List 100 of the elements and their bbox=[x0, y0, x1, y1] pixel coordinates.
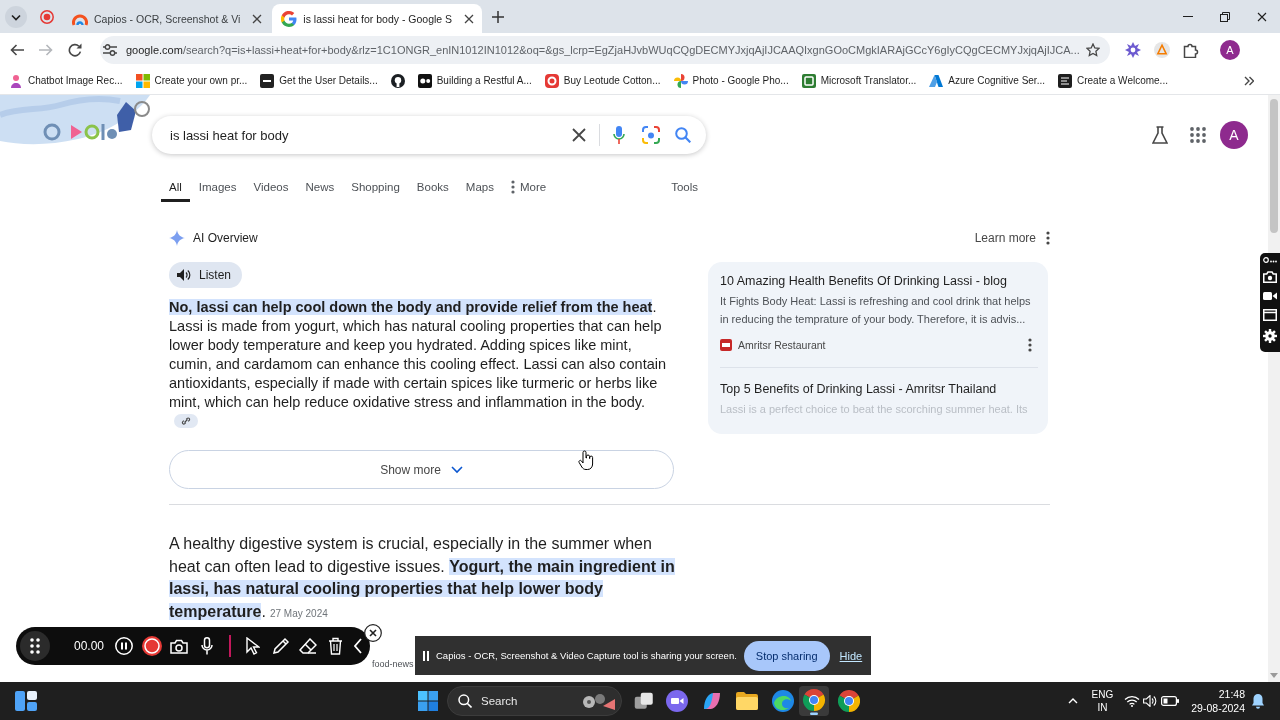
ring-tile-icon bbox=[544, 73, 559, 88]
more-options-icon[interactable] bbox=[1046, 231, 1050, 245]
camera-icon[interactable] bbox=[1263, 271, 1277, 283]
close-icon[interactable] bbox=[1256, 11, 1267, 22]
record-icon[interactable] bbox=[142, 636, 163, 656]
nav-tab[interactable]: Images bbox=[190, 175, 245, 202]
stop-sharing-button[interactable]: Stop sharing bbox=[743, 640, 830, 671]
browser-tab[interactable]: is lassi heat for body - Google S bbox=[272, 4, 483, 33]
speaker-icon bbox=[177, 269, 191, 281]
source-title[interactable]: Top 5 Benefits of Drinking Lassi - Amritsr Thailand bbox=[720, 381, 1038, 397]
nav-tab[interactable]: All bbox=[161, 175, 190, 202]
flask-icon[interactable] bbox=[1152, 126, 1168, 144]
bookmark[interactable]: Buy Leotude Cotton... bbox=[544, 73, 661, 88]
nav-tab[interactable]: Shopping bbox=[343, 175, 408, 202]
shapes-icon bbox=[581, 691, 615, 711]
pointer-icon[interactable] bbox=[246, 637, 261, 655]
hand-cursor-icon bbox=[578, 450, 594, 470]
tab-search-icon[interactable] bbox=[5, 5, 27, 28]
apps-icon[interactable] bbox=[1190, 127, 1206, 143]
timer-text: 00.00 bbox=[74, 639, 105, 653]
square-tile-icon bbox=[260, 73, 275, 88]
new-tab-icon[interactable] bbox=[492, 10, 505, 23]
browser-tab[interactable]: Capios - OCR, Screenshot & Vi bbox=[63, 4, 271, 33]
pause-icon[interactable] bbox=[115, 637, 134, 655]
window-icon[interactable] bbox=[1263, 309, 1277, 321]
triangle-icon[interactable] bbox=[1154, 42, 1170, 58]
minimize-icon[interactable] bbox=[1182, 16, 1193, 17]
source-title[interactable]: 10 Amazing Health Benefits Of Drinking Lassi - blog bbox=[720, 273, 1038, 289]
restore-icon[interactable] bbox=[1219, 11, 1230, 22]
nav-tab[interactable]: Videos bbox=[245, 175, 297, 202]
listen-button[interactable]: Listen bbox=[169, 262, 243, 288]
settings-icon[interactable] bbox=[1263, 329, 1277, 343]
figure-icon bbox=[9, 73, 23, 88]
bookmark[interactable]: Photo - Google Pho... bbox=[673, 73, 789, 88]
close-icon[interactable] bbox=[252, 13, 263, 24]
speaker-icon[interactable] bbox=[1143, 695, 1158, 707]
nav-tab[interactable]: More bbox=[502, 175, 555, 202]
round-logo-icon[interactable] bbox=[390, 73, 405, 88]
trash-icon[interactable] bbox=[328, 637, 344, 655]
close-icon[interactable] bbox=[364, 624, 382, 642]
profile-button[interactable]: A bbox=[1220, 40, 1240, 60]
pencil-icon[interactable] bbox=[272, 637, 291, 655]
chevron-left-icon[interactable] bbox=[354, 638, 363, 654]
clear-icon[interactable] bbox=[572, 128, 586, 142]
gear-icon[interactable] bbox=[1125, 42, 1141, 58]
bookmark[interactable]: Chatbot Image Rec... bbox=[9, 73, 123, 88]
nav-tab[interactable]: News bbox=[297, 175, 343, 202]
nav-tab[interactable]: Maps bbox=[457, 175, 502, 202]
widgets-icon[interactable] bbox=[15, 691, 37, 711]
hide-link[interactable]: Hide bbox=[839, 649, 863, 662]
dots-icon bbox=[510, 180, 515, 194]
triangle-logo-icon bbox=[929, 73, 944, 88]
region-text[interactable]: IN bbox=[1097, 701, 1108, 714]
lens-icon[interactable] bbox=[642, 126, 660, 144]
tools-button[interactable]: Tools bbox=[663, 175, 706, 202]
reload-icon[interactable] bbox=[68, 43, 82, 57]
address-field[interactable]: google.com/search?q=is+lassi+heat+for+body&rlz=1C1ONGR_enIN1012IN1012&oq=&gs_lcrp=EgZjaHJvbWUqCQgDECMYJxjqAjIJCAAQIxgnGOoCMgkIARAjGCcY6gIyCQgCECMYJxjqAjIJCA... bbox=[100, 36, 1110, 64]
language-text[interactable]: ENG bbox=[1091, 688, 1114, 701]
more-icon[interactable] bbox=[1263, 257, 1277, 263]
video-call-icon[interactable] bbox=[666, 690, 688, 712]
grip-icon[interactable] bbox=[20, 631, 50, 661]
clock-date[interactable]: 29-08-2024 bbox=[1191, 701, 1245, 715]
bookmark[interactable]: Get the User Details... bbox=[260, 73, 378, 88]
bookmark[interactable]: Create a Welcome... bbox=[1058, 73, 1168, 88]
bookmark[interactable]: Building a Restful A... bbox=[417, 73, 532, 88]
video-camera-icon[interactable] bbox=[1263, 291, 1277, 301]
star-icon[interactable] bbox=[1086, 43, 1100, 57]
link-icon[interactable] bbox=[174, 414, 198, 428]
bell-icon[interactable] bbox=[1251, 693, 1265, 709]
search-field[interactable]: is lassi heat for body bbox=[152, 116, 706, 154]
mic-icon[interactable] bbox=[201, 637, 214, 655]
learn-more-link[interactable]: Learn more bbox=[974, 231, 1036, 245]
task-view-icon[interactable] bbox=[634, 692, 654, 710]
bookmark[interactable]: Microsoft Translator... bbox=[801, 73, 917, 88]
account-button[interactable]: A bbox=[1220, 121, 1248, 149]
wave-circle-icon[interactable] bbox=[772, 690, 794, 712]
back-icon[interactable] bbox=[10, 44, 24, 56]
taskbar-search[interactable]: Search bbox=[447, 686, 622, 716]
battery-icon[interactable] bbox=[1161, 696, 1180, 706]
wifi-icon[interactable] bbox=[1124, 695, 1141, 707]
extensions-icon[interactable] bbox=[1183, 42, 1199, 58]
tune-icon[interactable] bbox=[103, 44, 117, 56]
close-icon[interactable] bbox=[464, 13, 475, 24]
segmented-circle-icon[interactable] bbox=[838, 690, 860, 712]
camera-icon[interactable] bbox=[170, 638, 189, 654]
chevron-up-icon[interactable] bbox=[1067, 698, 1078, 704]
nav-tab[interactable]: Books bbox=[408, 175, 457, 202]
breadcrumb-text: food-news bbox=[372, 659, 414, 669]
start-icon[interactable] bbox=[418, 691, 438, 711]
scrollbar-thumb[interactable] bbox=[1270, 99, 1278, 233]
folder-icon[interactable] bbox=[736, 690, 758, 712]
eraser-icon[interactable] bbox=[299, 638, 318, 654]
more-options-icon[interactable] bbox=[1028, 338, 1032, 352]
bookmark[interactable]: Azure Cognitive Ser... bbox=[929, 73, 1045, 88]
more-bookmarks-icon[interactable] bbox=[1244, 75, 1254, 86]
search-icon[interactable] bbox=[675, 127, 691, 143]
petals-icon[interactable] bbox=[701, 690, 723, 712]
show-more-button[interactable]: Show more bbox=[169, 450, 674, 489]
bookmark[interactable]: Create your own pr... bbox=[135, 73, 248, 88]
clock-time[interactable]: 21:48 bbox=[1218, 687, 1245, 701]
